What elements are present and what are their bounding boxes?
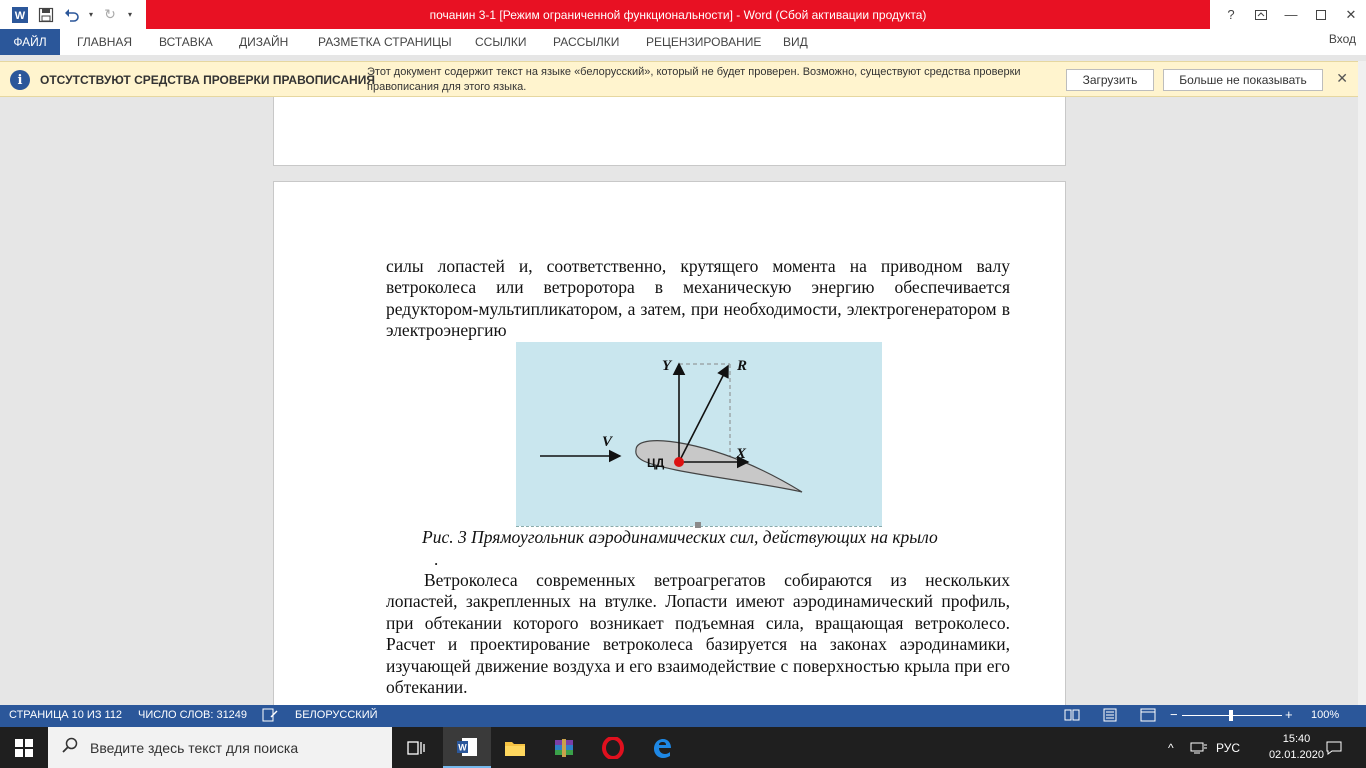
taskbar-search-box[interactable]: Введите здесь текст для поиска — [48, 727, 392, 768]
clock-date: 02.01.2020 — [1268, 749, 1324, 761]
show-hidden-icons[interactable]: ^ — [1168, 727, 1174, 768]
minimize-icon[interactable]: — — [1276, 0, 1306, 29]
window-title: почанин 3-1 [Режим ограниченной функцион… — [146, 0, 1210, 29]
tab-design[interactable]: ДИЗАЙН — [239, 29, 288, 55]
pressure-center-dot — [674, 457, 684, 467]
window-controls: ? — ✕ — [1216, 0, 1366, 29]
paragraph-wind-wheels[interactable]: Ветроколеса современных ветроагрегатов с… — [386, 570, 1010, 698]
maximize-icon[interactable] — [1306, 0, 1336, 29]
undo-icon[interactable] — [60, 3, 84, 27]
print-layout-icon[interactable] — [1102, 708, 1118, 725]
tab-mailings[interactable]: РАССЫЛКИ — [553, 29, 619, 55]
windows-start-icon[interactable] — [0, 727, 48, 768]
close-message-icon[interactable]: ✕ — [1336, 70, 1348, 87]
airfoil-diagram: Y R V X ЦД — [540, 358, 803, 493]
label-x: X — [735, 446, 747, 462]
document-area[interactable]: силы лопастей и, соответственно, крутяще… — [0, 97, 1358, 705]
label-y: Y — [662, 358, 673, 374]
web-layout-icon[interactable] — [1140, 708, 1156, 725]
task-view-icon[interactable] — [392, 727, 440, 768]
title-bar: W ▾ ↻ ▾ почанин 3-1 [Режим ограниченной … — [0, 0, 1366, 29]
current-page[interactable]: силы лопастей и, соответственно, крутяще… — [273, 181, 1066, 705]
word-app-icon[interactable]: W — [8, 3, 32, 27]
tab-references[interactable]: ССЫЛКИ — [475, 29, 526, 55]
zoom-out-icon[interactable]: − — [1170, 707, 1178, 722]
stray-period[interactable]: . — [434, 550, 438, 570]
tab-home[interactable]: ГЛАВНАЯ — [77, 29, 132, 55]
status-bar: СТРАНИЦА 10 ИЗ 112 ЧИСЛО СЛОВ: 31249 БЕЛ… — [0, 705, 1366, 727]
zoom-slider-thumb[interactable] — [1229, 710, 1233, 721]
save-icon[interactable] — [34, 3, 58, 27]
zoom-level[interactable]: 100% — [1311, 709, 1339, 721]
paragraph-mechanical-energy[interactable]: силы лопастей и, соответственно, крутяще… — [386, 256, 1010, 342]
tab-insert[interactable]: ВСТАВКА — [159, 29, 213, 55]
windows-taskbar: Введите здесь текст для поиска W ^ РУС 1… — [0, 727, 1366, 768]
message-title: ОТСУТСТВУЮТ СРЕДСТВА ПРОВЕРКИ ПРАВОПИСАН… — [40, 73, 375, 87]
svg-text:W: W — [15, 10, 26, 22]
download-button[interactable]: Загрузить — [1066, 69, 1154, 91]
aerodynamic-forces-figure[interactable]: Y R V X ЦД — [516, 342, 882, 526]
file-explorer-icon[interactable] — [491, 727, 539, 768]
quick-access-toolbar: W ▾ ↻ ▾ — [0, 0, 136, 29]
archiver-icon[interactable] — [540, 727, 588, 768]
ribbon-tabs: ФАЙЛ ГЛАВНАЯ ВСТАВКА ДИЗАЙН РАЗМЕТКА СТР… — [0, 29, 1366, 55]
close-icon[interactable]: ✕ — [1336, 0, 1366, 29]
read-mode-icon[interactable] — [1064, 708, 1080, 725]
redo-icon[interactable]: ↻ — [98, 3, 122, 27]
tab-file[interactable]: ФАЙЛ — [0, 29, 60, 55]
zoom-in-icon[interactable]: + — [1285, 707, 1293, 722]
network-icon[interactable] — [1190, 727, 1208, 768]
tab-view[interactable]: ВИД — [783, 29, 808, 55]
ribbon-display-options-icon[interactable] — [1246, 0, 1276, 29]
tab-review[interactable]: РЕЦЕНЗИРОВАНИЕ — [646, 29, 761, 55]
word-taskbar-icon[interactable]: W — [443, 727, 491, 768]
clock-time: 15:40 — [1282, 733, 1311, 745]
label-r: R — [736, 358, 747, 374]
proofing-icon[interactable] — [262, 708, 278, 725]
undo-dropdown-icon[interactable]: ▾ — [86, 3, 96, 27]
spelling-message-bar: i ОТСУТСТВУЮТ СРЕДСТВА ПРОВЕРКИ ПРАВОПИС… — [0, 61, 1358, 97]
info-icon: i — [10, 70, 30, 90]
dont-show-again-button[interactable]: Больше не показывать — [1163, 69, 1323, 91]
label-cd: ЦД — [647, 456, 665, 470]
message-text: Этот документ содержит текст на языке «б… — [367, 66, 1021, 93]
svg-text:W: W — [458, 742, 467, 752]
vertical-scrollbar[interactable] — [1358, 61, 1366, 705]
language-indicator[interactable]: БЕЛОРУССКИЙ — [295, 709, 378, 721]
edge-browser-icon[interactable] — [638, 727, 686, 768]
label-v: V — [602, 434, 614, 450]
system-clock[interactable]: 15:40 02.01.2020 — [1269, 731, 1324, 763]
input-language[interactable]: РУС — [1216, 727, 1240, 768]
search-placeholder: Введите здесь текст для поиска — [90, 739, 299, 756]
help-icon[interactable]: ? — [1216, 0, 1246, 29]
previous-page — [273, 97, 1066, 166]
customize-toolbar-icon[interactable]: ▾ — [124, 3, 136, 27]
figure-caption[interactable]: Рис. 3 Прямоугольник аэродинамических си… — [422, 527, 938, 548]
word-count[interactable]: ЧИСЛО СЛОВ: 31249 — [138, 709, 247, 721]
page-indicator[interactable]: СТРАНИЦА 10 ИЗ 112 — [9, 709, 122, 721]
sign-in-link[interactable]: Вход — [1329, 32, 1356, 46]
tab-page-layout[interactable]: РАЗМЕТКА СТРАНИЦЫ — [318, 29, 452, 55]
search-icon — [62, 737, 78, 758]
notifications-icon[interactable] — [1326, 727, 1342, 768]
opera-browser-icon[interactable] — [589, 727, 637, 768]
